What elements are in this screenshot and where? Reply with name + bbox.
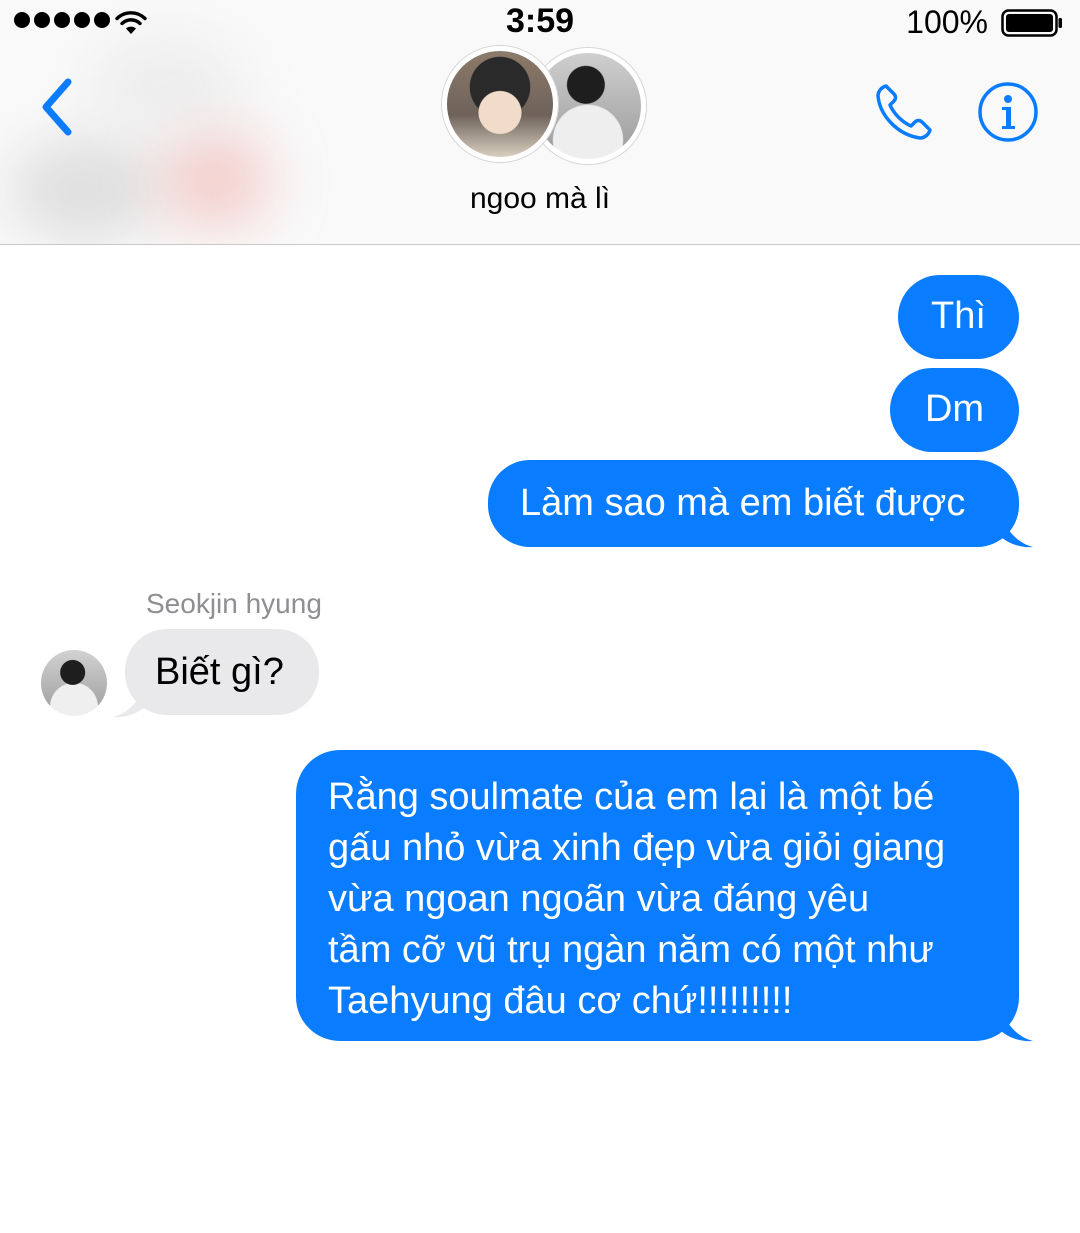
message-text-line: gấu nhỏ vừa xinh đẹp vừa giỏi giang: [328, 827, 946, 869]
outgoing-message[interactable]: Làm sao mà em biết được: [488, 460, 1019, 547]
message-text: Dm: [924, 388, 985, 430]
incoming-message[interactable]: Biết gì?: [125, 629, 319, 715]
message-text-line: tầm cỡ vũ trụ ngàn năm có một như: [328, 929, 934, 971]
bubble-tail: [1000, 510, 1033, 548]
message-text-line: Rằng soulmate của em lại là một bé: [328, 776, 935, 818]
battery-percentage: 100%: [906, 4, 988, 40]
message-text: Làm sao mà em biết được: [520, 482, 966, 524]
info-icon: [1004, 95, 1012, 103]
phone-icon: [876, 84, 932, 140]
message-text-line: Taehyung đâu cơ chứ!!!!!!!!!: [328, 980, 793, 1022]
call-button[interactable]: [872, 80, 936, 144]
sender-avatar[interactable]: [41, 650, 107, 716]
chat-screen: 3:59 100% ngoo mà lì Thì Dm Làm sao mà e…: [0, 0, 1080, 1233]
message-text: Biết gì?: [155, 651, 284, 693]
chat-header: 3:59 100% ngoo mà lì: [0, 0, 1080, 245]
message-text-line: vừa ngoan ngoãn vừa đáng yêu: [328, 878, 870, 920]
bubble-tail: [1000, 1004, 1033, 1042]
chevron-left-icon: [42, 78, 72, 136]
info-button[interactable]: [976, 80, 1040, 144]
sender-name: Seokjin hyung: [146, 588, 322, 619]
outgoing-message[interactable]: Thì: [898, 275, 1019, 359]
group-avatar[interactable]: [440, 44, 646, 164]
message-text: Thì: [931, 295, 986, 337]
outgoing-message[interactable]: Dm: [890, 368, 1019, 452]
battery-icon: [1001, 9, 1062, 37]
back-button[interactable]: [30, 72, 86, 142]
outgoing-message[interactable]: Rằng soulmate của em lại là một bé gấu n…: [296, 750, 1019, 1041]
conversation-title[interactable]: ngoo mà lì: [0, 182, 1080, 216]
member-avatar: [442, 46, 558, 162]
blurred-background: [90, 40, 240, 130]
